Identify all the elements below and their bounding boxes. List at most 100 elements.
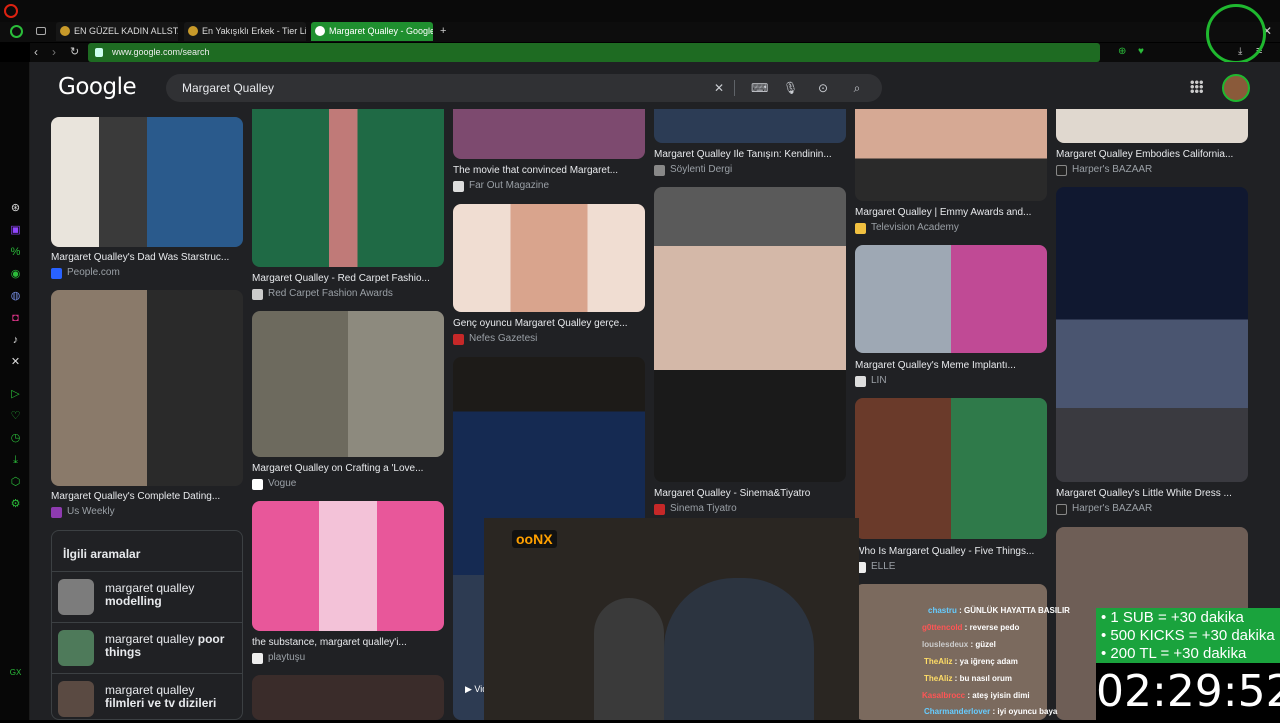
whatsapp-icon[interactable]: ◉ bbox=[9, 268, 22, 281]
gx-icon[interactable]: GX bbox=[9, 666, 22, 679]
result-title[interactable]: Who Is Margaret Qualley - Five Things... bbox=[855, 546, 1047, 557]
extensions-icon[interactable]: ⬡ bbox=[9, 476, 22, 489]
result-image[interactable] bbox=[855, 95, 1047, 201]
result-image[interactable] bbox=[252, 311, 444, 457]
source-label: Television Academy bbox=[871, 222, 959, 233]
percent-icon[interactable]: % bbox=[9, 246, 22, 259]
reload-icon[interactable]: ↻ bbox=[70, 45, 79, 58]
tiktok-icon[interactable]: ♪ bbox=[9, 334, 22, 347]
microphone-icon[interactable]: 🎙 bbox=[783, 81, 798, 95]
webcam-overlay: ooNX bbox=[484, 518, 859, 720]
tab-overview-icon[interactable] bbox=[36, 27, 46, 35]
related-searches-panel: İlgili aramalar margaret qualley modellin… bbox=[51, 530, 243, 720]
related-item[interactable]: margaret qualley poor things bbox=[52, 622, 242, 672]
result-title[interactable]: Margaret Qualley - Red Carpet Fashio... bbox=[252, 273, 444, 284]
chat-msg: iyi oyuncu baya bbox=[997, 707, 1058, 716]
result-title[interactable]: Margaret Qualley - Sinema&Tiyatro bbox=[654, 488, 846, 499]
goal-line: • 1 SUB = +30 dakika bbox=[1101, 609, 1244, 626]
result-title[interactable]: Margaret Qualley's Dad Was Starstruc... bbox=[51, 252, 243, 263]
result-image[interactable] bbox=[51, 290, 243, 486]
result-source: ELLE bbox=[855, 561, 895, 573]
discord-icon[interactable]: ◍ bbox=[9, 290, 22, 303]
result-image[interactable] bbox=[453, 204, 645, 312]
opera-gx-icon[interactable] bbox=[10, 25, 23, 38]
tab-2[interactable]: En Yakışıklı Erkek - Tier Lis bbox=[184, 22, 306, 41]
related-item[interactable]: margaret qualley filmleri ve tv dizileri bbox=[52, 673, 242, 723]
related-item[interactable]: margaret qualley modelling bbox=[52, 571, 242, 621]
source-label: Harper's BAZAAR bbox=[1072, 164, 1153, 175]
result-title[interactable]: Margaret Qualley Embodies California... bbox=[1056, 149, 1248, 160]
source-label: Far Out Magazine bbox=[469, 180, 550, 191]
result-title[interactable]: Margaret Qualley İle Tanışın: Kendinin..… bbox=[654, 149, 846, 160]
source-label: Red Carpet Fashion Awards bbox=[268, 288, 393, 299]
subathon-goals: • 1 SUB = +30 dakika • 500 KICKS = +30 d… bbox=[1096, 608, 1280, 663]
result-image[interactable] bbox=[1056, 187, 1248, 482]
tab-label: Margaret Qualley - Google bbox=[329, 26, 433, 36]
result-source: Sinema Tiyatro bbox=[654, 503, 737, 515]
streamer-figure bbox=[594, 598, 664, 720]
bookmark-icon[interactable]: ♥ bbox=[1138, 46, 1144, 57]
search-icon[interactable]: ⌕ bbox=[850, 81, 864, 95]
chat-user: Charmanderlover bbox=[924, 707, 991, 716]
keyboard-icon[interactable]: ⌨ bbox=[751, 81, 768, 95]
tab-3-active[interactable]: Margaret Qualley - Google bbox=[311, 22, 433, 41]
goal-line: • 500 KICKS = +30 dakika bbox=[1101, 627, 1275, 644]
google-favicon-icon bbox=[315, 26, 325, 36]
source-favicon-icon bbox=[252, 479, 263, 490]
related-text: margaret qualley bbox=[105, 581, 195, 595]
source-label: playtuşu bbox=[268, 652, 306, 663]
stream-chat-overlay: chastru : GÜNLÜK HAYATTA BASILIR g0ttenc… bbox=[858, 600, 1098, 720]
result-title[interactable]: Margaret Qualley's Complete Dating... bbox=[51, 491, 243, 502]
tab-label: En Yakışıklı Erkek - Tier Lis bbox=[202, 26, 306, 36]
player-icon[interactable]: ▷ bbox=[9, 388, 22, 401]
history-icon[interactable]: ◷ bbox=[9, 432, 22, 445]
instagram-icon[interactable]: ◘ bbox=[9, 312, 22, 325]
favorites-icon[interactable]: ♡ bbox=[9, 410, 22, 423]
google-logo[interactable]: Google bbox=[58, 74, 137, 100]
result-image[interactable] bbox=[252, 95, 444, 267]
chat-line: Charmanderlover : iyi oyuncu baya bbox=[924, 707, 1058, 716]
result-image[interactable] bbox=[654, 187, 846, 482]
forward-icon[interactable]: › bbox=[52, 45, 56, 59]
result-image[interactable] bbox=[252, 675, 444, 720]
result-image[interactable] bbox=[51, 117, 243, 247]
zoom-icon[interactable]: ⊕ bbox=[1118, 46, 1126, 57]
search-query: Margaret Qualley bbox=[182, 81, 275, 95]
chat-user: Kasalbrocc bbox=[922, 691, 966, 700]
subathon-timer: 02:29:52 bbox=[1096, 663, 1280, 720]
x-icon[interactable]: ✕ bbox=[9, 356, 22, 369]
result-image[interactable] bbox=[252, 501, 444, 631]
url-field[interactable]: www.google.com/search bbox=[88, 43, 1100, 62]
result-title[interactable]: The movie that convinced Margaret... bbox=[453, 165, 645, 176]
apps-grid-icon[interactable] bbox=[1190, 80, 1203, 93]
twitch-icon[interactable]: ▣ bbox=[9, 224, 22, 237]
back-icon[interactable]: ‹ bbox=[34, 45, 38, 59]
avatar[interactable] bbox=[1222, 74, 1250, 102]
result-title[interactable]: Margaret Qualley's Little White Dress ..… bbox=[1056, 488, 1248, 499]
settings-icon[interactable]: ⚙ bbox=[9, 498, 22, 511]
chatgpt-icon[interactable]: ⊛ bbox=[9, 202, 22, 215]
result-image[interactable] bbox=[855, 398, 1047, 539]
search-input[interactable]: Margaret Qualley ✕ ⌨ 🎙 ⊙ ⌕ bbox=[166, 74, 882, 102]
tab-label: EN GÜZEL KADIN ALLSTAR bbox=[74, 26, 178, 36]
downloads-icon[interactable]: ⤓ bbox=[9, 454, 22, 467]
result-source: Nefes Gazetesi bbox=[453, 333, 537, 345]
result-title[interactable]: the substance, margaret qualley'i... bbox=[252, 637, 444, 648]
lens-icon[interactable]: ⊙ bbox=[816, 81, 830, 95]
window-titlebar bbox=[0, 0, 1280, 22]
chat-line: Kasalbrocc : ateş iyisin dimi bbox=[922, 691, 1030, 700]
result-title[interactable]: Genç oyuncu Margaret Qualley gerçe... bbox=[453, 318, 645, 329]
chat-user: TheAliz bbox=[924, 674, 953, 683]
tab-favicon-icon bbox=[60, 26, 70, 36]
result-title[interactable]: Margaret Qualley | Emmy Awards and... bbox=[855, 207, 1047, 218]
result-title[interactable]: Margaret Qualley on Crafting a 'Love... bbox=[252, 463, 444, 474]
related-bold-text: filmleri ve tv dizileri bbox=[105, 696, 217, 710]
source-favicon-icon bbox=[453, 181, 464, 192]
result-title[interactable]: Margaret Qualley's Meme Implantı... bbox=[855, 360, 1047, 371]
tab-1[interactable]: EN GÜZEL KADIN ALLSTAR bbox=[56, 22, 178, 41]
new-tab-button[interactable]: + bbox=[440, 25, 446, 37]
clear-icon[interactable]: ✕ bbox=[712, 81, 726, 95]
result-image[interactable] bbox=[855, 245, 1047, 353]
chat-user: louslesdeux bbox=[922, 640, 969, 649]
source-label: Sinema Tiyatro bbox=[670, 503, 737, 514]
